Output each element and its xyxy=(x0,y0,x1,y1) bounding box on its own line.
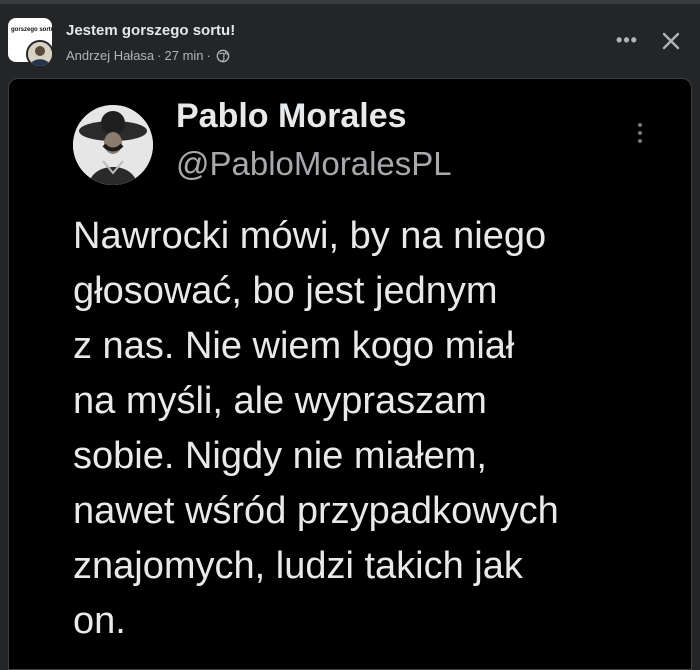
tweet-text-line: Nawrocki mówi, by na niego xyxy=(73,215,547,257)
close-icon xyxy=(662,32,680,50)
tweet-handle: @PabloMoralesPL xyxy=(176,145,452,182)
author-avatar[interactable] xyxy=(26,40,54,68)
tweet-text-line: głosować, bo jest jednym xyxy=(73,270,498,312)
tweet-text-line: z nas. Nie wiem kogo miał xyxy=(73,325,515,367)
group-name[interactable]: Jestem gorszego sortu! xyxy=(66,22,235,39)
tweet-text-line: nawet wśród przypadkowych xyxy=(73,490,559,532)
post-meta: Andrzej Hałasa · 27 min · xyxy=(66,48,230,63)
tweet-author-avatar xyxy=(73,105,153,185)
more-vertical-icon xyxy=(635,123,645,153)
tweet-text: Nawrocki mówi, by na niego głosować, bo … xyxy=(73,209,673,649)
close-button[interactable] xyxy=(656,26,686,56)
more-options-button[interactable]: ••• xyxy=(612,30,642,54)
tweet-text-line: na myśli, ale wypraszam xyxy=(73,380,487,422)
globe-icon xyxy=(216,49,230,63)
tweet-text-line: znajomych, ludzi takich jak xyxy=(73,545,523,587)
post-time[interactable]: 27 min xyxy=(165,48,204,63)
group-avatar-text: gorszego sortu xyxy=(11,27,52,33)
tweet-screenshot-image[interactable]: Pablo Morales @PabloMoralesPL Nawrocki m… xyxy=(8,78,692,670)
post-header: gorszego sortu Jestem gorszego sortu! An… xyxy=(0,4,700,76)
tweet-display-name: Pablo Morales xyxy=(176,97,407,135)
author-name[interactable]: Andrzej Hałasa xyxy=(66,48,154,63)
meta-separator: · xyxy=(157,48,162,63)
person-silhouette-icon xyxy=(28,42,52,66)
tweet-text-line: sobie. Nigdy nie miałem, xyxy=(73,435,487,477)
tweet-text-line: on. xyxy=(73,600,126,642)
sombrero-man-portrait-icon xyxy=(73,105,153,185)
meta-separator: · xyxy=(206,48,211,63)
